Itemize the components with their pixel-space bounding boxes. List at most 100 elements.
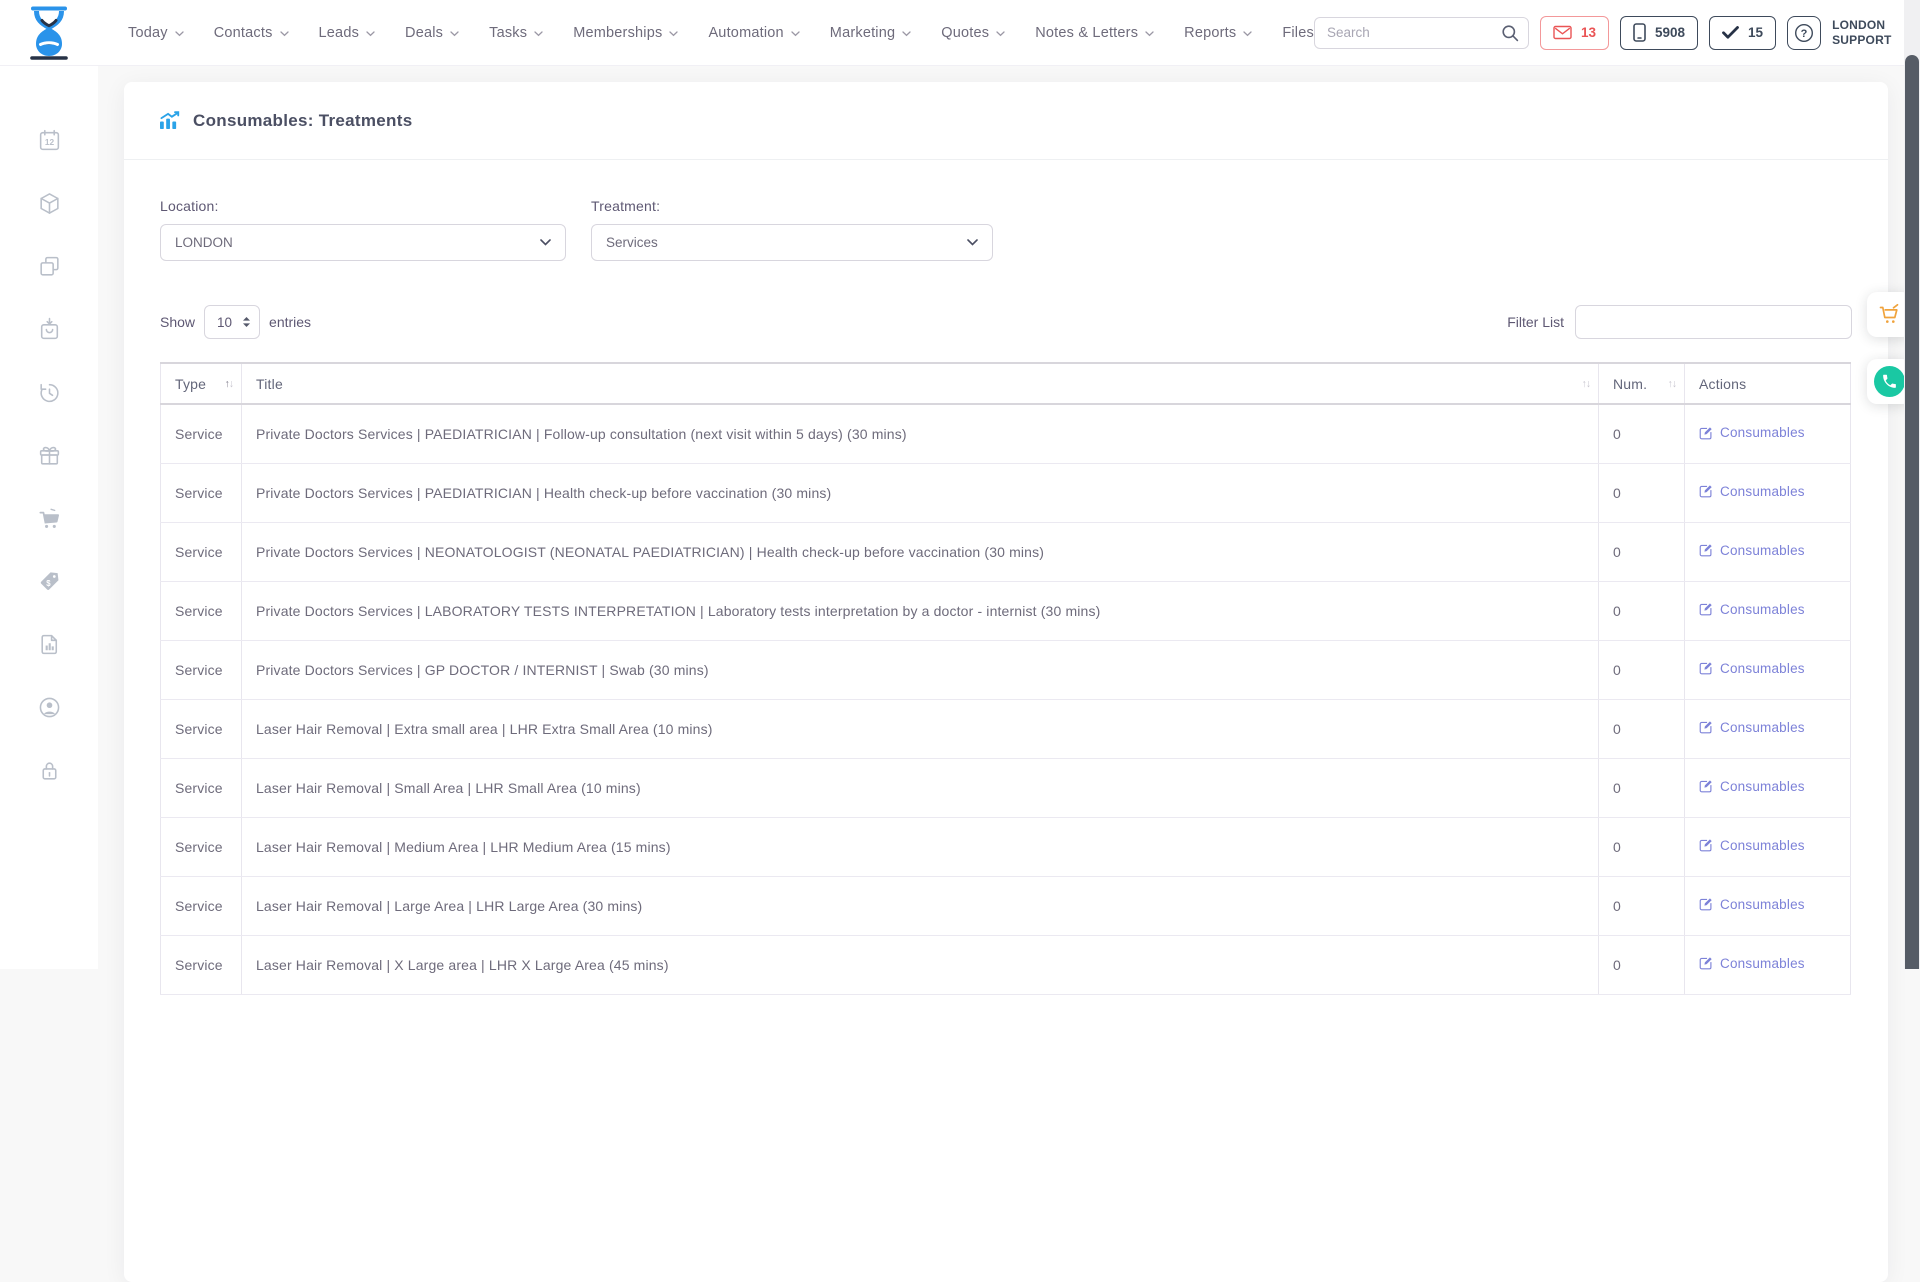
sidebar-item-security[interactable] xyxy=(34,757,64,783)
sidebar-item-calendar[interactable]: 12 xyxy=(34,127,64,153)
nav-item-tasks[interactable]: Tasks xyxy=(489,25,543,41)
nav-item-files[interactable]: Files xyxy=(1282,25,1314,41)
row-title: Private Doctors Services | NEONATOLOGIST… xyxy=(242,522,1599,581)
row-num: 0 xyxy=(1599,522,1685,581)
filter-list-input[interactable] xyxy=(1575,305,1852,339)
treatments-table: Type ↑↓ Title ↑↓ Num. ↑↓ Actions xyxy=(160,362,1851,995)
cart-icon xyxy=(37,506,62,531)
treatment-filter: Treatment: Services xyxy=(591,198,993,261)
chevron-down-icon xyxy=(175,31,184,37)
row-title: Laser Hair Removal | Large Area | LHR La… xyxy=(242,876,1599,935)
sidebar-item-purchases[interactable] xyxy=(34,316,64,342)
location-label: Location: xyxy=(160,198,566,214)
consumables-link[interactable]: Consumables xyxy=(1699,661,1805,676)
edit-icon xyxy=(1699,838,1713,852)
chevron-down-icon xyxy=(902,31,911,37)
page-size-value: 10 xyxy=(217,315,232,330)
sidebar-item-history[interactable] xyxy=(34,379,64,405)
table-row: Service Laser Hair Removal | Small Area … xyxy=(161,758,1851,817)
report-icon xyxy=(37,632,62,657)
row-type: Service xyxy=(161,935,242,994)
nav-item-leads[interactable]: Leads xyxy=(319,25,376,41)
consumables-link[interactable]: Consumables xyxy=(1699,543,1805,558)
filters-row: Location: LONDON Treatment: Services xyxy=(160,198,1852,261)
app-logo-icon[interactable] xyxy=(26,6,72,60)
sidebar: 12 xyxy=(0,65,98,969)
svg-text:$: $ xyxy=(46,578,51,587)
lock-icon xyxy=(37,758,62,783)
edit-icon xyxy=(1699,897,1713,911)
edit-icon xyxy=(1699,661,1713,675)
consumables-label: Consumables xyxy=(1720,484,1805,499)
content-card: Consumables: Treatments Location: LONDON… xyxy=(124,82,1888,1282)
table-row: Service Laser Hair Removal | Extra small… xyxy=(161,699,1851,758)
row-type: Service xyxy=(161,699,242,758)
row-title: Laser Hair Removal | Extra small area | … xyxy=(242,699,1599,758)
table-row: Service Private Doctors Services | GP DO… xyxy=(161,640,1851,699)
consumables-link[interactable]: Consumables xyxy=(1699,602,1805,617)
consumables-link[interactable]: Consumables xyxy=(1699,838,1805,853)
nav-item-marketing[interactable]: Marketing xyxy=(830,25,911,41)
edit-icon xyxy=(1699,543,1713,557)
treatment-select[interactable]: Services xyxy=(591,224,993,261)
page-size-select[interactable]: 10 xyxy=(204,305,260,339)
consumables-link[interactable]: Consumables xyxy=(1699,720,1805,735)
nav-item-label: Reports xyxy=(1184,25,1236,41)
consumables-label: Consumables xyxy=(1720,838,1805,853)
nav-item-today[interactable]: Today xyxy=(128,25,184,41)
sidebar-item-pricing[interactable]: $ xyxy=(34,568,64,594)
chevron-down-icon xyxy=(1243,31,1252,37)
sort-icon[interactable]: ↑↓ xyxy=(225,378,234,390)
question-circle-icon: ? xyxy=(1793,22,1815,44)
chevron-down-icon xyxy=(366,31,375,37)
sidebar-item-reports[interactable] xyxy=(34,631,64,657)
consumables-link[interactable]: Consumables xyxy=(1699,484,1805,499)
consumables-label: Consumables xyxy=(1720,720,1805,735)
svg-text:?: ? xyxy=(1801,28,1808,40)
sort-icon[interactable]: ↑↓ xyxy=(1582,378,1591,390)
mobile-icon xyxy=(1633,23,1646,42)
nav-item-reports[interactable]: Reports xyxy=(1184,25,1252,41)
nav-item-quotes[interactable]: Quotes xyxy=(941,25,1005,41)
nav-item-automation[interactable]: Automation xyxy=(708,25,799,41)
sidebar-item-account[interactable] xyxy=(34,694,64,720)
entries-label: entries xyxy=(269,314,311,330)
row-num: 0 xyxy=(1599,404,1685,463)
table-row: Service Laser Hair Removal | Medium Area… xyxy=(161,817,1851,876)
column-header-num[interactable]: Num. ↑↓ xyxy=(1599,363,1685,404)
consumables-link[interactable]: Consumables xyxy=(1699,779,1805,794)
page-size-control: Show 10 entries xyxy=(160,305,311,339)
search-icon[interactable] xyxy=(1501,24,1519,42)
sort-icon[interactable]: ↑↓ xyxy=(1668,378,1677,390)
column-header-title[interactable]: Title ↑↓ xyxy=(242,363,1599,404)
row-type: Service xyxy=(161,876,242,935)
location-select[interactable]: LONDON xyxy=(160,224,566,261)
done-badge[interactable]: 15 xyxy=(1709,16,1776,50)
phone-circle xyxy=(1874,366,1905,397)
edit-icon xyxy=(1699,484,1713,498)
nav-item-contacts[interactable]: Contacts xyxy=(214,25,289,41)
help-button[interactable]: ? xyxy=(1787,16,1821,50)
nav-item-memberships[interactable]: Memberships xyxy=(573,25,678,41)
list-controls: Show 10 entries Filter List xyxy=(160,305,1852,339)
scrollbar-thumb[interactable] xyxy=(1905,55,1919,969)
scrollbar-track[interactable] xyxy=(1904,0,1920,969)
calls-badge[interactable]: 5908 xyxy=(1620,16,1698,50)
search-input[interactable] xyxy=(1327,25,1501,40)
sidebar-item-pos[interactable] xyxy=(34,505,64,531)
sidebar-item-loyalty[interactable] xyxy=(34,442,64,468)
filter-list-label: Filter List xyxy=(1507,314,1564,330)
row-num: 0 xyxy=(1599,758,1685,817)
column-header-type[interactable]: Type ↑↓ xyxy=(161,363,242,404)
consumables-link[interactable]: Consumables xyxy=(1699,897,1805,912)
nav-item-notes-letters[interactable]: Notes & Letters xyxy=(1035,25,1154,41)
sidebar-item-duplicates[interactable] xyxy=(34,253,64,279)
consumables-link[interactable]: Consumables xyxy=(1699,425,1805,440)
consumables-label: Consumables xyxy=(1720,602,1805,617)
nav-item-deals[interactable]: Deals xyxy=(405,25,459,41)
chevron-down-icon xyxy=(1145,31,1154,37)
sidebar-item-products[interactable] xyxy=(34,190,64,216)
table-row: Service Private Doctors Services | LABOR… xyxy=(161,581,1851,640)
messages-badge[interactable]: 13 xyxy=(1540,16,1609,50)
phone-icon xyxy=(1881,373,1898,390)
